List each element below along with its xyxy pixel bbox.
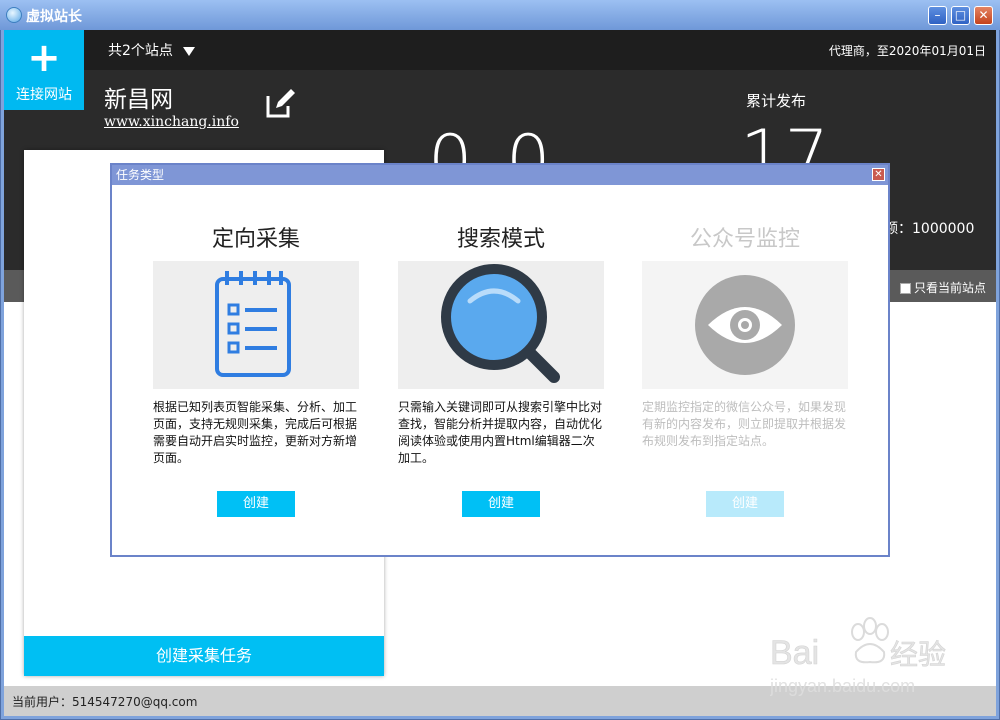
site-name: 新昌网 (104, 87, 173, 113)
checklist-icon (215, 271, 291, 377)
site-count-label: 共2个站点 (108, 43, 173, 59)
app-logo-icon (6, 7, 22, 23)
dialog-close-button[interactable]: ✕ (872, 168, 885, 181)
svg-text:jingyan.baidu.com: jingyan.baidu.com (770, 676, 915, 696)
connect-site-button[interactable]: + 连接网站 (4, 30, 84, 110)
option-title: 定向采集 (211, 227, 300, 252)
current-user-text: 当前用户：514547270@qq.com (12, 695, 198, 709)
baidu-watermark: Bai 经验 jingyan.baidu.com (770, 617, 946, 696)
title-bar[interactable]: 虚拟站长 – □ ✕ (0, 0, 1000, 30)
option-title: 公众号监控 (689, 227, 800, 252)
site-selector[interactable]: 共2个站点 (108, 40, 196, 60)
create-collect-task-button[interactable]: 创建采集任务 (24, 636, 384, 676)
create-directed-collect-button[interactable]: 创建 (217, 491, 295, 517)
svg-text:经验: 经验 (890, 638, 946, 671)
close-window-button[interactable]: ✕ (974, 6, 993, 25)
edit-icon[interactable] (264, 88, 296, 120)
window-title: 虚拟站长 (26, 9, 82, 25)
option-search-mode: 搜索模式 只需输入关键词即可从搜索引擎中比对查找，智能分析并提取内容，自动优化阅… (398, 221, 604, 517)
option-title: 搜索模式 (456, 227, 545, 252)
maximize-button[interactable]: □ (951, 6, 970, 25)
plus-icon: + (27, 35, 61, 81)
only-current-site-checkbox[interactable]: 只看当前站点 (900, 279, 986, 296)
only-current-site-label: 只看当前站点 (914, 281, 987, 295)
checkbox-icon[interactable] (900, 283, 911, 294)
option-directed-collect: 定向采集 根据已知列表页智能采集、分析、加工页面，支持无规则采集，完成后可根据需… (153, 221, 359, 517)
quota-text: 额：1000000 (884, 221, 975, 237)
minimize-button[interactable]: – (928, 6, 947, 25)
caret-down-icon (183, 46, 196, 56)
option-description: 根据已知列表页智能采集、分析、加工页面，支持无规则采集，完成后可根据需要自动开启… (153, 400, 358, 465)
option-image (398, 261, 604, 389)
option-image (153, 261, 359, 389)
connect-site-label: 连接网站 (16, 87, 72, 103)
create-search-mode-button[interactable]: 创建 (462, 491, 540, 517)
dialog-title: 任务类型 (112, 165, 888, 185)
agent-info: 代理商，至2020年01月01日 (828, 44, 986, 58)
eye-icon (695, 275, 795, 375)
site-url-link[interactable]: www.xinchang.info (104, 114, 239, 130)
create-official-account-monitor-button[interactable]: 创建 (706, 491, 784, 517)
task-type-dialog: 任务类型 ✕ 定向采集 根据已知列表页智能采集、分析、加工页面，支持无规则采集，… (110, 163, 890, 557)
magnifier-icon (441, 264, 560, 383)
option-description: 只需输入关键词即可从搜索引擎中比对查找，智能分析并提取内容，自动优化阅读体验或使… (398, 400, 603, 465)
option-image (642, 261, 848, 389)
cumulative-publish-label: 累计发布 (746, 92, 807, 110)
svg-text:Bai: Bai (770, 634, 819, 672)
option-description: 定期监控指定的微信公众号，如果发现有新的内容发布，则立即提取并根据发布规则发布到… (642, 400, 847, 448)
option-official-account-monitor: 公众号监控 定期监控指定的微信公众号，如果发现有新的内容发布，则立即提取并根据发… (642, 221, 848, 517)
